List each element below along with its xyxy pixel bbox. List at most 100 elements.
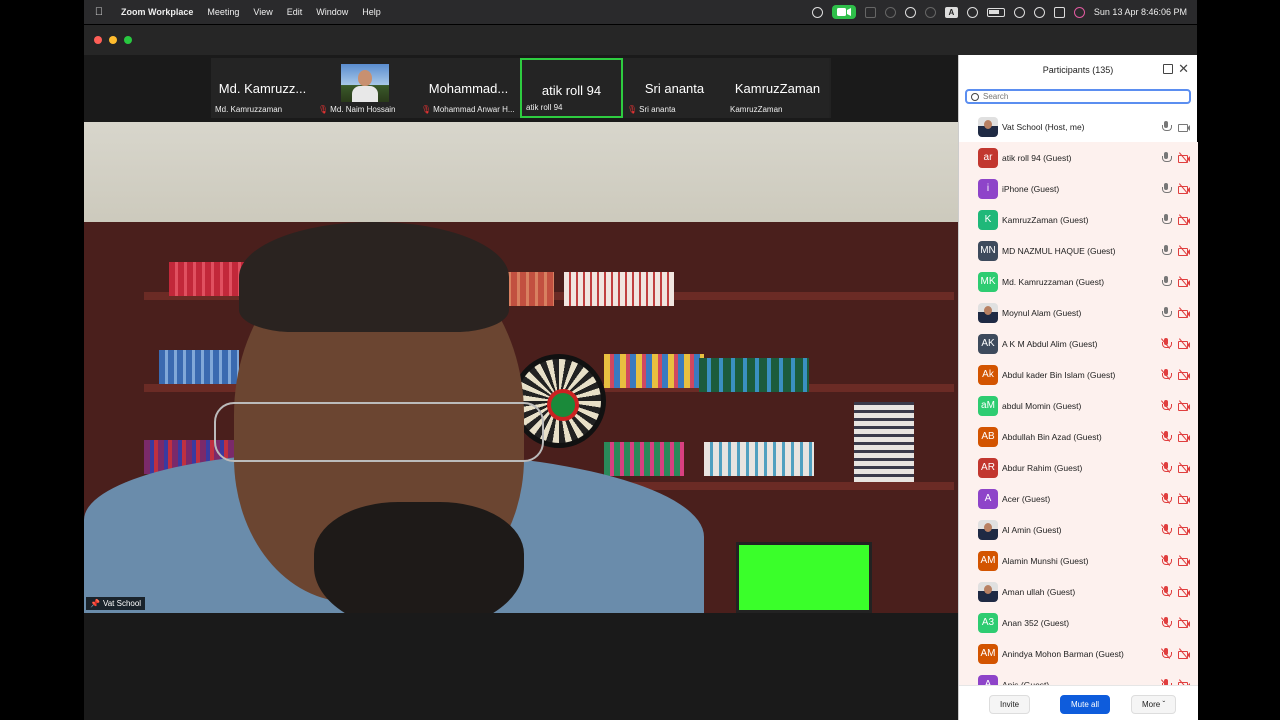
participants-search[interactable] [965,89,1191,104]
search-input[interactable] [983,92,1163,101]
mic-icon[interactable] [1161,121,1172,132]
participant-row[interactable]: Al Amin (Guest) [959,514,1198,545]
participants-list[interactable]: Vat School (Host, me) ar atik roll 94 (Gue… [959,111,1198,685]
menu-window[interactable]: Window [309,7,355,17]
mic-muted-icon[interactable] [1160,617,1172,628]
mic-icon[interactable] [1161,307,1172,318]
participant-row[interactable]: Vat School (Host, me) [959,111,1198,142]
video-off-icon[interactable] [1178,338,1190,349]
apple-icon[interactable]:  [84,6,114,18]
mic-muted-icon[interactable] [1160,586,1172,597]
thumbnail-tile[interactable]: Md. Kamruzz... Md. Kamruzzaman [211,58,314,118]
participant-row[interactable]: i iPhone (Guest) [959,173,1198,204]
airdrop-icon[interactable] [924,6,936,18]
mic-muted-icon[interactable] [1160,400,1172,411]
video-off-icon[interactable] [1178,152,1190,163]
user-icon[interactable] [966,6,978,18]
battery-icon[interactable] [986,7,1005,17]
mic-icon[interactable] [1161,214,1172,225]
video-books [604,442,684,476]
pop-out-icon[interactable] [1163,64,1173,74]
video-off-icon[interactable] [1178,276,1190,287]
participant-row[interactable]: K KamruzZaman (Guest) [959,204,1198,235]
mic-muted-icon[interactable] [1160,338,1172,349]
participant-row[interactable]: AM Alamin Munshi (Guest) [959,545,1198,576]
thumbnail-tile[interactable]: atik roll 94 atik roll 94 [520,58,623,118]
mic-muted-icon[interactable] [1160,462,1172,473]
search-icon[interactable] [1033,6,1045,18]
participant-row[interactable]: MN MD NAZMUL HAQUE (Guest) [959,235,1198,266]
video-off-icon[interactable] [1178,369,1190,380]
maximize-window-button[interactable] [124,36,132,44]
mic-muted-icon[interactable] [1160,431,1172,442]
participant-row[interactable]: Moynul Alam (Guest) [959,297,1198,328]
mic-icon[interactable] [1161,245,1172,256]
mute-all-button[interactable]: Mute all [1060,695,1111,714]
wifi-icon[interactable] [1013,6,1025,18]
participant-row[interactable]: AK A K M Abdul Alim (Guest) [959,328,1198,359]
participant-row[interactable]: ar atik roll 94 (Guest) [959,142,1198,173]
participant-row[interactable]: AB Abdullah Bin Azad (Guest) [959,421,1198,452]
participant-row[interactable]: aM abdul Momin (Guest) [959,390,1198,421]
participant-row[interactable]: A3 Anan 352 (Guest) [959,607,1198,638]
video-off-icon[interactable] [1178,617,1190,628]
minimize-window-button[interactable] [109,36,117,44]
video-off-icon[interactable] [1178,493,1190,504]
video-off-icon[interactable] [1178,400,1190,411]
mic-muted-icon[interactable] [1160,555,1172,566]
participant-controls [1161,183,1190,194]
mic-muted-icon[interactable] [1160,524,1172,535]
mic-icon[interactable] [1161,183,1172,194]
main-video[interactable]: 📌 Vat School [84,122,958,613]
participant-row[interactable]: MK Md. Kamruzzaman (Guest) [959,266,1198,297]
control-center-icon[interactable] [1053,6,1065,18]
video-off-icon[interactable] [1178,555,1190,566]
video-off-icon[interactable] [1178,183,1190,194]
mic-icon[interactable] [1161,276,1172,287]
more-button[interactable]: More ˇ [1131,695,1177,714]
camera-active-icon[interactable] [831,5,856,19]
close-icon[interactable]: ✕ [1178,61,1189,77]
thumbnail-tile[interactable]: 🎙 Md. Naim Hossain [314,58,417,118]
speaker-name: Vat School [102,599,142,608]
video-icon[interactable] [1178,121,1190,132]
participant-row[interactable]: Ak Abdul kader Bin Islam (Guest) [959,359,1198,390]
keyboard-input-icon[interactable]: A [944,6,958,18]
moon-icon[interactable] [884,6,896,18]
mic-icon[interactable] [1161,152,1172,163]
video-off-icon[interactable] [1178,431,1190,442]
video-off-icon[interactable] [1178,648,1190,659]
participant-row[interactable]: A Acer (Guest) [959,483,1198,514]
menu-app-name[interactable]: Zoom Workplace [114,7,200,17]
mic-muted-icon[interactable] [1160,493,1172,504]
screen-icon[interactable] [864,6,876,18]
menu-meeting[interactable]: Meeting [200,7,246,17]
menu-edit[interactable]: Edit [280,7,310,17]
video-off-icon[interactable] [1178,462,1190,473]
mic-muted-icon: 🎙 [318,105,329,114]
video-off-icon[interactable] [1178,214,1190,225]
thumbnail-tile[interactable]: Sri ananta 🎙 Sri ananta [623,58,726,118]
menu-help[interactable]: Help [355,7,388,17]
record-icon[interactable] [811,6,823,18]
info-icon[interactable] [904,6,916,18]
mic-muted-icon[interactable] [1160,648,1172,659]
person-hair [239,222,509,332]
participant-row[interactable]: AR Abdur Rahim (Guest) [959,452,1198,483]
mic-muted-icon[interactable] [1160,369,1172,380]
participant-row[interactable]: AM Anindya Mohon Barman (Guest) [959,638,1198,669]
video-off-icon[interactable] [1178,586,1190,597]
menu-view[interactable]: View [246,7,279,17]
video-off-icon[interactable] [1178,524,1190,535]
participant-row[interactable]: A Anis (Guest) [959,669,1198,685]
invite-button[interactable]: Invite [989,695,1031,714]
clock[interactable]: Sun 13 Apr 8:46:06 PM [1094,7,1187,17]
video-off-icon[interactable] [1178,307,1190,318]
video-off-icon[interactable] [1178,245,1190,256]
participant-row[interactable]: Aman ullah (Guest) [959,576,1198,607]
siri-icon[interactable] [1073,6,1085,18]
thumbnail-tile[interactable]: Mohammad... 🎙 Mohammad Anwar H... [417,58,520,118]
thumbnail-tile[interactable]: KamruzZaman KamruzZaman [726,58,829,118]
avatar: Ak [978,364,998,385]
close-window-button[interactable] [94,36,102,44]
